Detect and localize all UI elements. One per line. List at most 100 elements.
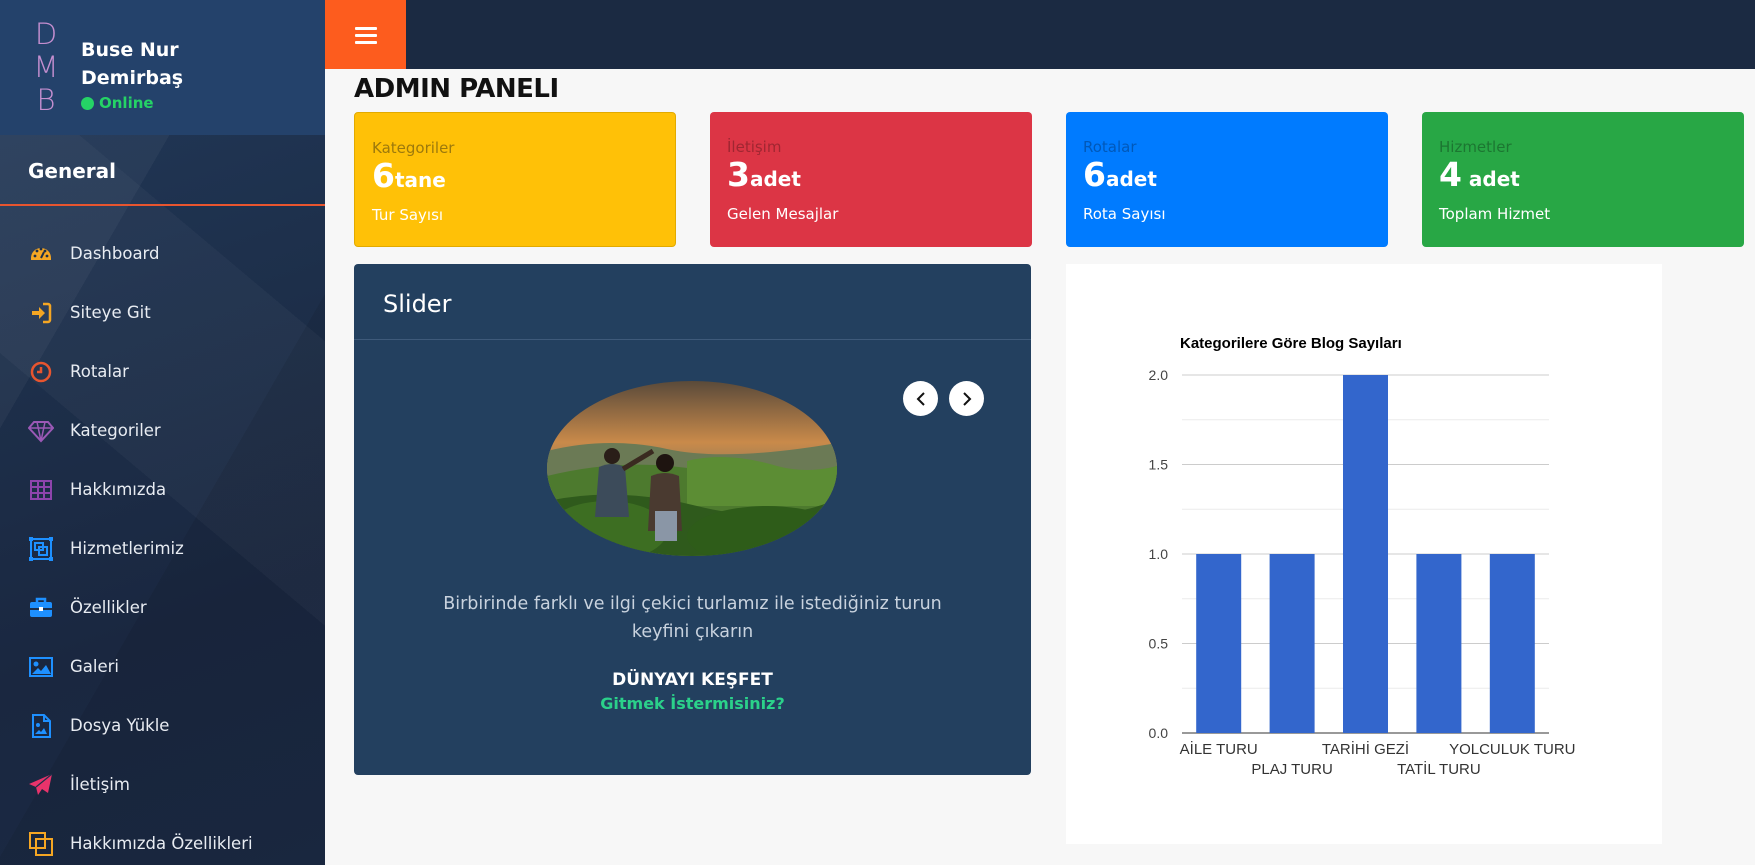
card-value: 6 xyxy=(1083,155,1106,194)
bar xyxy=(1343,375,1388,733)
slide-description: Birbirinde farklı ve ilgi çekici turlamı… xyxy=(443,594,942,642)
slide-image xyxy=(547,381,837,556)
sidebar-item-label: Özellikler xyxy=(70,598,147,617)
briefcase-icon xyxy=(28,595,54,621)
stat-card-rotalar: Rotalar 6adet Rota Sayısı xyxy=(1066,112,1388,247)
card-number: 6tane xyxy=(372,158,658,198)
sidebar-item-iletisim[interactable]: İletişim xyxy=(0,755,325,814)
card-subtitle: Tur Sayısı xyxy=(372,206,444,224)
sidebar-nav: Dashboard Siteye Git Rotalar Kategoriler… xyxy=(0,224,325,865)
logo: D M B xyxy=(33,18,59,117)
sidebar: D M B Buse Nur Demirbaş Online General D… xyxy=(0,0,325,865)
sidebar-item-label: Dosya Yükle xyxy=(70,716,170,735)
slider-card: Slider Birbirinde farklı ve ilgi çekici … xyxy=(354,264,1031,775)
sidebar-item-dosya-yukle[interactable]: Dosya Yükle xyxy=(0,696,325,755)
x-tick-label: PLAJ TURU xyxy=(1251,761,1332,778)
card-caption: İletişim xyxy=(727,138,782,156)
slide-heading: DÜNYAYI KEŞFET xyxy=(612,670,773,690)
x-tick-label: TARİHİ GEZİ xyxy=(1322,740,1409,758)
slider-title: Slider xyxy=(354,264,1031,340)
y-tick-label: 2.0 xyxy=(1149,367,1169,383)
card-number: 3adet xyxy=(727,157,1015,197)
sidebar-item-label: Dashboard xyxy=(70,244,160,263)
sidebar-item-hakkimizda[interactable]: Hakkımızda xyxy=(0,460,325,519)
slider-next-button[interactable] xyxy=(949,381,984,416)
card-unit: adet xyxy=(1461,167,1520,191)
slide-link[interactable]: Gitmek İstermisiniz? xyxy=(354,694,1031,713)
y-tick-label: 1.5 xyxy=(1149,457,1169,473)
chart-title: Kategorilere Göre Blog Sayıları xyxy=(1180,335,1402,352)
sidebar-item-dashboard[interactable]: Dashboard xyxy=(0,224,325,283)
logo-letter-m: M xyxy=(33,50,59,84)
sidebar-item-label: Hakkımızda xyxy=(70,480,167,499)
card-number: 6adet xyxy=(1083,157,1371,197)
y-tick-label: 0.5 xyxy=(1149,636,1169,652)
sidebar-item-label: Kategoriler xyxy=(70,421,161,440)
logo-letter-b: B xyxy=(36,83,56,117)
y-tick-label: 0.0 xyxy=(1149,725,1169,741)
card-caption: Rotalar xyxy=(1083,138,1137,156)
sidebar-item-label: İletişim xyxy=(70,775,130,794)
sidebar-item-label: Rotalar xyxy=(70,362,129,381)
card-caption: Kategoriler xyxy=(372,139,455,157)
sidebar-item-kategoriler[interactable]: Kategoriler xyxy=(0,401,325,460)
sidebar-item-hakkimizda-ozellikleri[interactable]: Hakkımızda Özellikleri xyxy=(0,814,325,865)
chevron-left-icon xyxy=(916,391,925,406)
sidebar-item-galeri[interactable]: Galeri xyxy=(0,637,325,696)
stat-card-iletisim: İletişim 3adet Gelen Mesajlar xyxy=(710,112,1032,247)
menu-toggle-button[interactable] xyxy=(325,0,406,69)
bar xyxy=(1489,554,1535,733)
logo-letter-d: D xyxy=(34,17,58,51)
hamburger-icon xyxy=(354,26,377,44)
stat-card-kategoriler: Kategoriler 6tane Tur Sayısı xyxy=(354,112,676,247)
bar-chart: Kategorilere Göre Blog Sayıları 0.0 0.5 1.0… xyxy=(1149,335,1576,778)
x-tick-label: YOLCULUK TURU xyxy=(1449,741,1575,758)
speedometer-icon xyxy=(28,241,54,267)
card-value: 6 xyxy=(372,156,395,195)
page-title: ADMIN PANELI xyxy=(354,74,559,104)
stat-card-hizmetler: Hizmetler 4 adet Toplam Hizmet xyxy=(1422,112,1744,247)
card-subtitle: Gelen Mesajlar xyxy=(727,205,839,223)
x-tick-label: AİLE TURU xyxy=(1180,740,1258,758)
sidebar-item-label: Hizmetlerimiz xyxy=(70,539,184,558)
x-tick-label: TATİL TURU xyxy=(1397,760,1481,778)
paper-plane-icon xyxy=(28,772,54,798)
slider-prev-button[interactable] xyxy=(903,381,938,416)
online-dot-icon xyxy=(81,96,94,110)
chevron-right-icon xyxy=(962,391,971,406)
profile-panel: D M B Buse Nur Demirbaş Online xyxy=(0,0,325,135)
card-value: 3 xyxy=(727,155,750,194)
object-group-icon xyxy=(28,536,54,562)
chart-card: Kategorilere Göre Blog Sayıları 0.0 0.5 1.0… xyxy=(1066,264,1662,844)
top-navbar xyxy=(325,0,1755,69)
sidebar-item-siteye-git[interactable]: Siteye Git xyxy=(0,283,325,342)
card-caption: Hizmetler xyxy=(1439,138,1512,156)
card-unit: adet xyxy=(749,167,801,191)
copy-icon xyxy=(28,831,54,857)
card-number: 4 adet xyxy=(1439,157,1727,197)
user-name: Buse Nur Demirbaş xyxy=(81,39,184,89)
bar xyxy=(1269,554,1315,733)
status-label: Online xyxy=(99,94,154,112)
bar xyxy=(1416,554,1462,733)
card-value: 4 xyxy=(1439,155,1462,194)
sidebar-item-label: Hakkımızda Özellikleri xyxy=(70,834,253,853)
file-image-icon xyxy=(28,713,54,739)
clock-icon xyxy=(28,359,54,385)
card-subtitle: Toplam Hizmet xyxy=(1439,205,1551,223)
bar xyxy=(1196,554,1242,733)
sidebar-item-ozellikler[interactable]: Özellikler xyxy=(0,578,325,637)
card-unit: tane xyxy=(394,168,446,192)
table-icon xyxy=(28,477,54,503)
diamond-icon xyxy=(28,418,54,444)
sidebar-item-rotalar[interactable]: Rotalar xyxy=(0,342,325,401)
image-icon xyxy=(28,654,54,680)
card-subtitle: Rota Sayısı xyxy=(1083,205,1166,223)
y-tick-label: 1.0 xyxy=(1149,546,1169,562)
sidebar-item-label: Galeri xyxy=(70,657,120,676)
sign-in-icon xyxy=(28,300,54,326)
sidebar-item-hizmetlerimiz[interactable]: Hizmetlerimiz xyxy=(0,519,325,578)
card-unit: adet xyxy=(1105,167,1157,191)
status-indicator: Online xyxy=(81,94,154,112)
section-title: General xyxy=(0,135,325,206)
